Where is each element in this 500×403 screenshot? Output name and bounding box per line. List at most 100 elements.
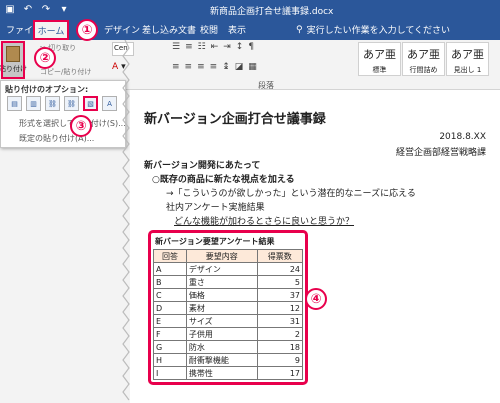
table-cell: 重さ [185,275,258,289]
table-cell: 2 [256,327,303,341]
doc-line: →「こういうのが欲しかった」という潜在的なニーズに応える [166,189,416,199]
styles-gallery: あア亜 標準 あア亜 行間詰め あア亜 見出し 1 [358,42,490,76]
table-cell: F [153,327,187,341]
paste-as-picture-icon[interactable]: ▧ [83,96,98,111]
style-normal[interactable]: あア亜 標準 [358,42,401,76]
survey-table-picture[interactable]: 新バージョン要望アンケート結果 回答 要望内容 得票数 A デザイン 24 B 重さ 5 C… [148,230,308,385]
paste-options-icons: ▤ ▥ ⛓ ⛓ ▧ A [7,96,117,111]
table-cell: C [153,288,187,302]
link-keep-format-icon[interactable]: ⛓ [45,96,60,111]
show-marks-icon[interactable]: ¶ [248,42,254,52]
table-cell: D [153,301,187,315]
table-cell: デザイン [185,262,258,276]
table-row: F 子供用 2 [153,327,303,341]
ribbon-backdrop [0,148,126,403]
table-cell: H [153,353,187,367]
tell-me-box[interactable]: ⚲ 実行したい作業を入力してください [296,23,450,37]
doc-line: 新バージョン開発にあたって [144,161,261,171]
table-row: C 価格 37 [153,288,303,302]
table-cell: 価格 [185,288,258,302]
callout-4: ④ [305,288,327,310]
doc-line: 社内アンケート実施結果 [166,203,265,213]
table-cell: E [153,314,187,328]
justify-icon[interactable]: ≡ [210,62,218,72]
sort-icon[interactable]: ↕ [236,42,244,52]
table-cell: 耐衝撃機能 [185,353,258,367]
bullets-icon[interactable]: ☰ [172,42,180,52]
document-department: 経営企画部経営戦略課 [395,148,486,158]
search-icon: ⚲ [296,24,303,35]
paste-options-header: 貼り付けのオプション: [5,85,89,94]
table-header: 回答 [153,249,187,263]
table-cell: I [153,366,187,380]
undo-icon[interactable]: ↶ [22,3,34,15]
callout-2: ② [34,47,56,69]
indent-icon[interactable]: ⇤ [211,42,219,52]
table-cell: 18 [256,340,303,354]
style-heading-1[interactable]: あア亜 見出し 1 [446,42,489,76]
line-spacing-icon[interactable]: ↨ [222,62,230,72]
table-cell: 9 [256,353,303,367]
font-color-icon[interactable]: A [112,62,118,72]
table-cell: B [153,275,187,289]
tab-design[interactable]: デザイン [104,23,140,36]
style-no-spacing[interactable]: あア亜 行間詰め [402,42,445,76]
multilevel-icon[interactable]: ☷ [198,42,206,52]
table-cell: 素材 [185,301,258,315]
redo-icon[interactable]: ↷ [40,3,52,15]
survey-title: 新バージョン要望アンケート結果 [155,237,275,246]
table-cell: 子供用 [185,327,258,341]
tab-review[interactable]: 校閲 [200,23,218,36]
quick-access-toolbar: ▣ ↶ ↷ ▾ [4,3,70,15]
doc-line: どんな機能が加わるとさらに良いと思うか？ [174,217,355,227]
table-row: E サイズ 31 [153,314,303,328]
table-cell: 24 [256,262,303,276]
paste-options-menu: 貼り付けのオプション: ▤ ▥ ⛓ ⛓ ▧ A 形式を選択して貼り付け(S)..… [0,80,126,148]
table-row: G 防水 18 [153,340,303,354]
ribbon-tabs: ファイル ホーム デザイン 差し込み文書 校閲 表示 ⚲ 実行したい作業を入力し… [0,20,500,40]
table-cell: 17 [256,366,303,380]
document-page[interactable]: 新バージョン企画打合せ議事録 2018.8.XX 経営企画部経営戦略課 新バージ… [130,90,500,403]
table-row: I 携帯性 17 [153,366,303,380]
doc-line: ○既存の商品に新たな視点を加える [152,175,295,185]
table-cell: 携帯性 [185,366,258,380]
torn-edge [122,40,130,401]
borders-icon[interactable]: ▦ [248,62,257,72]
save-icon[interactable]: ▣ [4,3,16,15]
table-row: A デザイン 24 [153,262,303,276]
numbering-icon[interactable]: ≡ [185,42,193,52]
document-date: 2018.8.XX [439,132,486,142]
table-header: 得票数 [256,249,303,263]
table-row: B 重さ 5 [153,275,303,289]
keep-text-only-icon[interactable]: A [102,96,117,111]
align-center-icon[interactable]: ≡ [185,62,193,72]
table-cell: 31 [256,314,303,328]
paste-button-highlight [1,41,25,79]
align-left-icon[interactable]: ≡ [172,62,180,72]
table-cell: 12 [256,301,303,315]
table-row: D 素材 12 [153,301,303,315]
use-destination-styles-icon[interactable]: ▥ [26,96,41,111]
tab-mailings[interactable]: 差し込み文書 [142,23,196,36]
link-destination-icon[interactable]: ⛓ [64,96,79,111]
paragraph-tools-top: ☰ ≡ ☷ ⇤ ⇥ ↕ ¶ [172,42,254,52]
outdent-icon[interactable]: ⇥ [223,42,231,52]
home-tab-highlight [33,20,69,40]
table-cell: 37 [256,288,303,302]
table-cell: サイズ [185,314,258,328]
table-cell: A [153,262,187,276]
tab-view[interactable]: 表示 [228,23,246,36]
survey-table: 回答 要望内容 得票数 A デザイン 24 B 重さ 5 C 価格 37 D 素材 12 E サイズ 31 F… [153,249,303,380]
table-row: H 耐衝撃機能 9 [153,353,303,367]
shading-icon[interactable]: ◪ [235,62,244,72]
table-cell: 防水 [185,340,258,354]
table-cell: G [153,340,187,354]
paragraph-tools-bottom: ≡ ≡ ≡ ≡ ↨ ◪ ▦ [172,62,257,72]
align-right-icon[interactable]: ≡ [197,62,205,72]
callout-3: ③ [70,115,92,137]
table-header: 要望内容 [185,249,258,263]
keep-source-format-icon[interactable]: ▤ [7,96,22,111]
title-bar: ▣ ↶ ↷ ▾ 新商品企画打合せ議事録.docx [0,0,500,20]
table-cell: 5 [256,275,303,289]
customize-icon[interactable]: ▾ [58,3,70,15]
